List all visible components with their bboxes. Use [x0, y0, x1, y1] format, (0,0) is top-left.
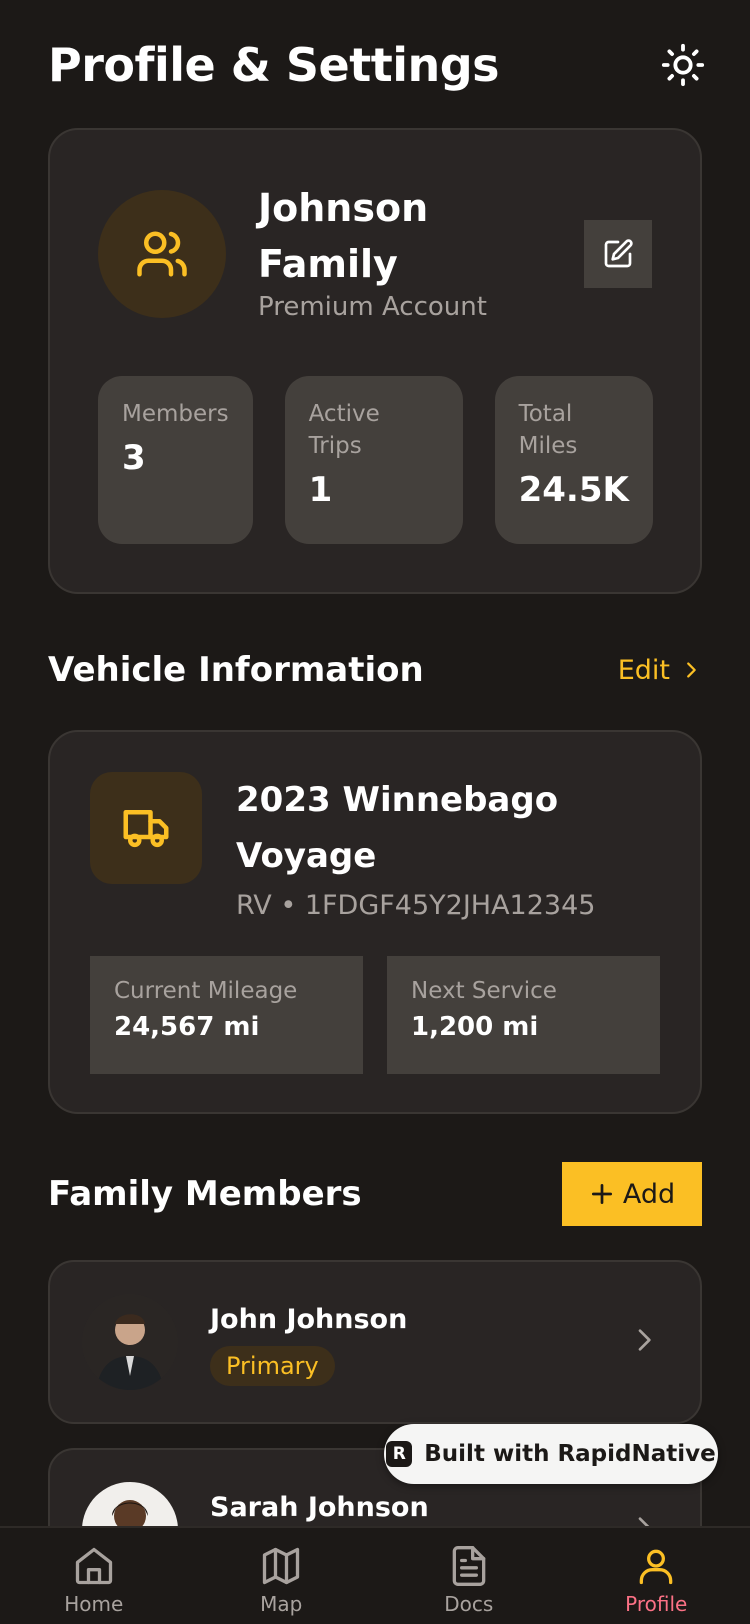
- vehicle-section-header: Vehicle Information Edit: [48, 640, 702, 700]
- vehicle-card: 2023 Winnebago Voyage RV • 1FDGF45Y2JHA1…: [48, 730, 702, 1114]
- tab-home[interactable]: Home: [0, 1528, 188, 1624]
- stat-members: Members 3: [98, 376, 253, 544]
- status-badge: Primary: [210, 1346, 335, 1386]
- docs-icon: [452, 1546, 486, 1586]
- vehicle-stat-label: Next Service: [411, 978, 557, 1004]
- profile-stats: Members 3 Active Trips 1 Total Miles 24.…: [98, 376, 653, 544]
- member-card[interactable]: John Johnson Primary: [48, 1260, 702, 1424]
- map-icon: [263, 1547, 300, 1585]
- edit-vehicle-link[interactable]: Edit: [618, 655, 702, 686]
- stat-value: 24.5K: [518, 470, 629, 510]
- profile-icon: [639, 1549, 673, 1585]
- edit-profile-button[interactable]: [584, 220, 652, 288]
- vehicle-stat-next-service: Next Service 1,200 mi: [387, 956, 660, 1074]
- stat-total-miles: Total Miles 24.5K: [494, 376, 653, 544]
- sun-icon[interactable]: [658, 40, 708, 90]
- stat-label: Members: [122, 401, 229, 427]
- rapidnative-badge-label: Built with RapidNative: [424, 1441, 716, 1467]
- tab-label: Home: [64, 1592, 124, 1616]
- section-title: Family Members: [48, 1174, 362, 1214]
- stat-active-trips: Active Trips 1: [284, 376, 463, 544]
- home-icon: [75, 1547, 112, 1585]
- chevron-right-icon: [628, 1324, 660, 1360]
- bottom-tab-bar: Home Map Docs Profile: [0, 1526, 750, 1624]
- vehicle-stat-value: 1,200 mi: [411, 1012, 539, 1042]
- family-name: Johnson Family: [258, 186, 429, 286]
- users-icon: [98, 190, 226, 318]
- vehicle-subtitle: RV • 1FDGF45Y2JHA12345: [236, 890, 596, 921]
- tab-label: Profile: [625, 1592, 688, 1616]
- tab-label: Docs: [444, 1592, 494, 1616]
- plus-icon: [591, 1183, 612, 1205]
- members-section-header: Family Members Add: [48, 1162, 702, 1226]
- add-label: Add: [622, 1178, 676, 1210]
- member-name: Sarah Johnson: [210, 1492, 429, 1523]
- chevron-right-icon: [687, 662, 696, 678]
- vehicle-stat-mileage: Current Mileage 24,567 mi: [90, 956, 363, 1074]
- stat-value: 3: [122, 438, 146, 478]
- vehicle-stat-label: Current Mileage: [114, 978, 298, 1004]
- tab-profile[interactable]: Profile: [563, 1528, 750, 1624]
- edit-link-label: Edit: [617, 654, 670, 686]
- header: Profile & Settings: [48, 30, 705, 100]
- page-title: Profile & Settings: [48, 38, 500, 92]
- stat-value: 1: [308, 470, 333, 510]
- stat-label: Total Miles: [518, 401, 578, 459]
- rapidnative-logo-icon: R: [386, 1441, 413, 1467]
- rapidnative-badge[interactable]: R Built with RapidNative: [384, 1424, 718, 1484]
- member-name: John Johnson: [210, 1304, 408, 1335]
- account-type: Premium Account: [258, 292, 487, 322]
- section-title: Vehicle Information: [48, 650, 424, 690]
- vehicle-name: 2023 Winnebago Voyage: [236, 780, 559, 876]
- stat-label: Active Trips: [308, 401, 380, 459]
- add-member-button[interactable]: Add: [562, 1162, 702, 1226]
- truck-icon: [90, 772, 202, 884]
- edit-icon: [604, 239, 633, 268]
- tab-map[interactable]: Map: [188, 1528, 376, 1624]
- tab-docs[interactable]: Docs: [375, 1528, 563, 1624]
- profile-settings-screen: Profile & Settings Johnson Family Premiu…: [0, 0, 750, 1624]
- tab-label: Map: [260, 1592, 303, 1616]
- vehicle-stat-value: 24,567 mi: [114, 1012, 260, 1042]
- avatar: [82, 1294, 178, 1390]
- profile-card: Johnson Family Premium Account Members 3…: [48, 128, 702, 594]
- vehicle-stats: Current Mileage 24,567 mi Next Service 1…: [90, 956, 660, 1074]
